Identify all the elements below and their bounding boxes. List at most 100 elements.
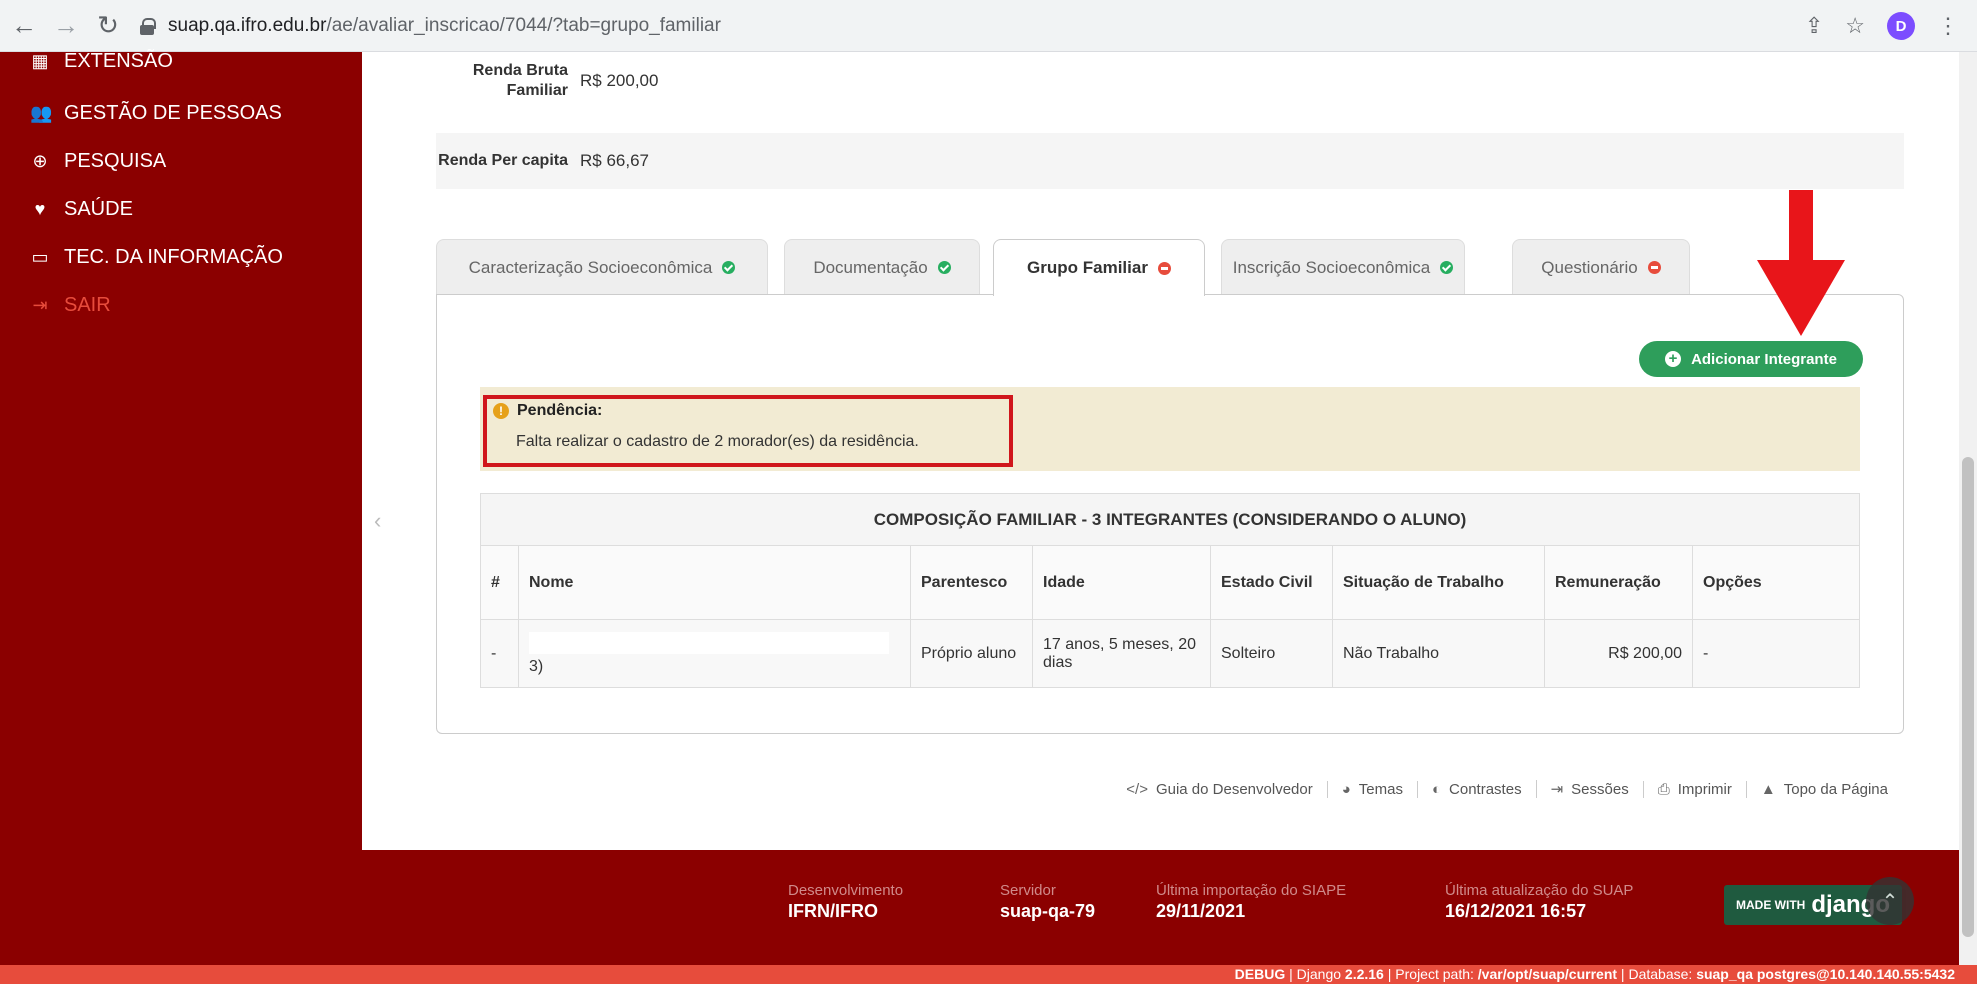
tab-documentacao[interactable]: Documentação [784,239,980,295]
column-header: Estado Civil [1210,545,1333,620]
column-header: Idade [1032,545,1211,620]
table-cell: Não Trabalho [1332,619,1545,688]
code-icon: </> [1126,780,1148,798]
tab-label: Grupo Familiar [1027,258,1148,277]
check-icon [1440,261,1454,274]
link-label: Imprimir [1677,780,1732,798]
link-topo-pagina[interactable]: ▲ Topo da Página [1745,780,1902,798]
back-icon[interactable]: ← [6,8,42,44]
minus-circle-icon [1647,261,1661,274]
sidebar-item-label: GESTÃO DE PESSOAS [64,102,282,124]
column-header: Situação de Trabalho [1332,545,1545,620]
table-caption: COMPOSIÇÃO FAMILIAR - 3 INTEGRANTES (CON… [480,493,1860,546]
sidebar: ▦ EXTENSÃO 👥 GESTÃO DE PESSOAS ⊕ PESQUISA ♥… [0,50,362,965]
tab-label: Caracterização Socioeconômica [468,257,713,277]
contrast-icon: ◐ [1431,780,1442,798]
column-header: Nome [518,545,911,620]
reload-icon[interactable]: ↻ [90,8,126,44]
link-guia-desenvolvedor[interactable]: </> Guia do Desenvolvedor [1112,781,1326,798]
renda-per-capita-label: Renda Per capita [438,152,568,169]
palette-icon: ◕ [1341,780,1351,798]
forward-icon[interactable]: → [48,8,84,44]
scrollbar-thumb[interactable] [1962,457,1974,937]
table-cell: - [480,619,519,688]
link-label: Topo da Página [1783,780,1888,798]
link-imprimir[interactable]: ⎙ Imprimir [1642,780,1746,798]
name-mask [529,631,889,654]
tab-questionario[interactable]: Questionário [1512,239,1690,295]
footer-server-value: suap-qa-79 [1000,901,1096,921]
share-icon[interactable]: ⇪ [1805,13,1823,39]
sidebar-item-label: SAIR [64,294,111,316]
debug-path-label: Project path: [1395,966,1474,982]
column-header: Remuneração [1544,545,1693,620]
plus-icon: + [1665,351,1682,367]
page-scrollbar[interactable] [1959,52,1977,965]
sessions-icon: ⇥ [1550,781,1564,798]
footer-siape-value: 29/11/2021 [1156,901,1246,921]
link-temas[interactable]: ◕ Temas [1326,780,1417,798]
family-table: COMPOSIÇÃO FAMILIAR - 3 INTEGRANTES (CON… [480,493,1860,688]
sidebar-item-pesquisa[interactable]: ⊕ PESQUISA [30,150,166,173]
table-cell: 17 anos, 5 meses, 20 dias [1032,619,1211,688]
link-contrastes[interactable]: ◐ Contrastes [1416,780,1536,798]
users-icon: 👥 [30,103,53,123]
renda-bruta-row: Renda Bruta Familiar R$ 200,00 [436,57,1904,104]
url-host: suap.qa.ifro.edu.br [168,14,327,36]
url-path: /ae/avaliar_inscricao/7044/?tab=grupo_fa… [326,14,721,36]
caret-up-icon: ▲ [1760,780,1776,798]
add-member-button[interactable]: + Adicionar Integrante [1639,341,1863,377]
footer-suap-label: Última atualização do SUAP [1445,882,1634,899]
footer-suap: Última atualização do SUAP 16/12/2021 16… [1445,882,1633,922]
page-footer: Desenvolvimento IFRN/IFRO Servidor suap-… [362,850,1959,965]
sidebar-item-tec-informacao[interactable]: ▭ TEC. DA INFORMAÇÃO [30,246,283,269]
sidebar-item-label: TEC. DA INFORMAÇÃO [64,246,283,268]
sidebar-item-label: SAÚDE [64,198,133,220]
tab-grupo-familiar[interactable]: Grupo Familiar [993,239,1205,296]
debug-db-label: Database: [1628,966,1693,982]
renda-per-capita-row: Renda Per capita R$ 66,67 [436,133,1904,189]
annotation-arrow-icon [1757,190,1845,336]
sidebar-item-extensao[interactable]: ▦ EXTENSÃO [30,50,172,73]
table-cell-options[interactable]: - [1692,619,1860,688]
warning-icon: ! [493,403,509,419]
table-cell: R$ 200,00 [1544,619,1693,688]
sidebar-item-sair[interactable]: ⇥ SAIR [30,294,111,317]
collapse-sidebar-icon[interactable]: ‹ [374,508,381,534]
globe-icon: ⊕ [32,151,48,171]
bookmark-star-icon[interactable]: ☆ [1845,13,1865,39]
column-header: Parentesco [910,545,1033,620]
add-member-label: Adicionar Integrante [1691,350,1837,368]
sidebar-item-saude[interactable]: ♥ SAÚDE [30,198,133,221]
menu-icon[interactable]: ⋮ [1937,13,1959,39]
sidebar-item-gestao-pessoas[interactable]: 👥 GESTÃO DE PESSOAS [30,102,282,125]
renda-bruta-value: R$ 200,00 [580,70,659,90]
browser-toolbar: ← → ↻ suap.qa.ifro.edu.br/ae/avaliar_ins… [0,0,1977,52]
logout-icon: ⇥ [32,295,48,315]
tab-label: Inscrição Socioeconômica [1232,257,1431,277]
profile-avatar[interactable]: D [1887,12,1915,40]
sidebar-item-label: PESQUISA [64,150,167,172]
print-icon: ⎙ [1657,780,1670,798]
scroll-to-top-button[interactable]: ⌃ [1866,877,1914,925]
tab-label: Documentação [813,257,928,277]
tab-caracterizacao[interactable]: Caracterização Socioeconômica [436,239,768,295]
footer-server: Servidor suap-qa-79 [1000,882,1095,922]
table-header-row: # Nome Parentesco Idade Estado Civil Sit… [480,545,1860,620]
alert-title-text: Pendência: [517,402,603,419]
debug-db: suap_qa postgres@10.140.140.55:5432 [1696,966,1955,982]
renda-per-capita-value: R$ 66,67 [580,151,649,170]
laptop-icon: ▭ [31,247,49,267]
table-cell: Próprio aluno [910,619,1033,688]
footer-server-label: Servidor [1000,882,1056,899]
tab-inscricao-socioeconomica[interactable]: Inscrição Socioeconômica [1221,239,1465,295]
footer-env: Desenvolvimento IFRN/IFRO [788,882,903,922]
minus-circle-icon [1157,261,1171,275]
alert-text: Falta realizar o cadastro de 2 morador(e… [516,433,919,450]
django-small-text: MADE WITH [1736,898,1806,912]
debug-django-version: 2.2.16 [1344,966,1384,982]
address-bar[interactable]: suap.qa.ifro.edu.br/ae/avaliar_inscricao… [140,15,721,37]
check-icon [722,261,736,274]
link-sessoes[interactable]: ⇥ Sessões [1535,780,1643,798]
tab-label: Questionário [1541,257,1638,277]
